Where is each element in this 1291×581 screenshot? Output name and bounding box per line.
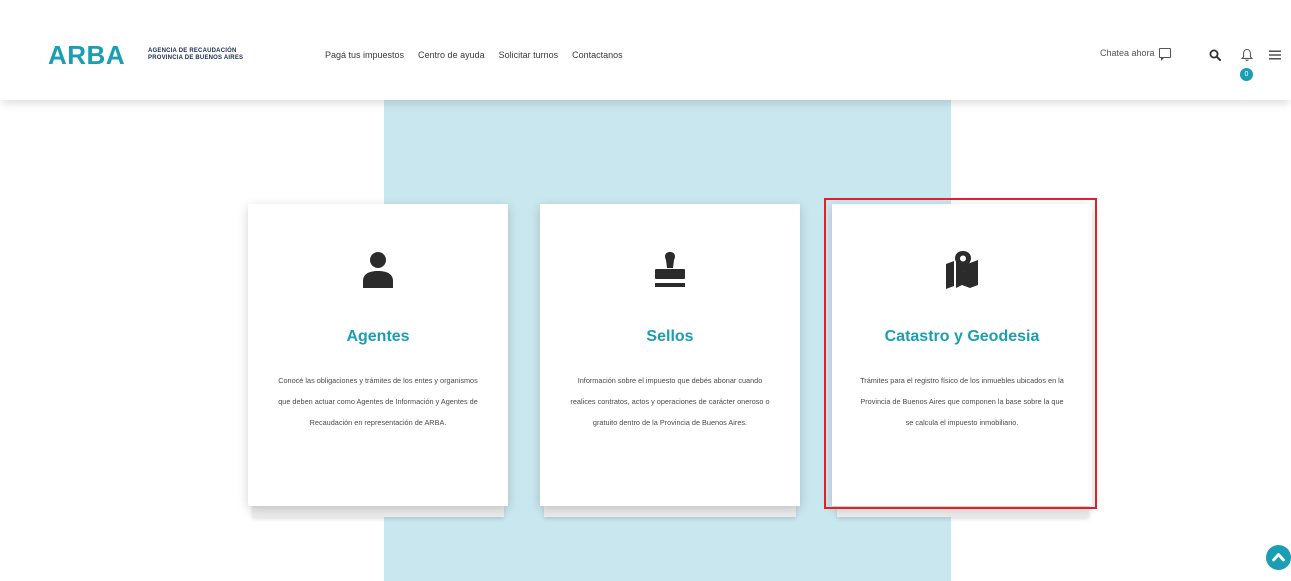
stamp-icon <box>655 252 685 287</box>
map-location-icon <box>946 251 978 289</box>
chat-button[interactable]: Chatea ahora <box>1100 48 1171 61</box>
chat-bubble-icon <box>1158 48 1171 61</box>
logo-subtitle-line2: PROVINCIA DE BUENOS AIRES <box>148 55 244 61</box>
scroll-to-top-button[interactable] <box>1266 545 1291 570</box>
card-catastro-geodesia[interactable]: Catastro y Geodesia Trámites para el reg… <box>832 204 1092 506</box>
nav-item-centro-ayuda[interactable]: Centro de ayuda <box>418 50 485 60</box>
menu-icon[interactable] <box>1269 50 1281 60</box>
bell-icon[interactable] <box>1241 48 1253 62</box>
arba-logo[interactable]: ARBA <box>48 42 125 68</box>
nav-item-solicitar-turnos[interactable]: Solicitar turnos <box>499 50 559 60</box>
search-icon[interactable] <box>1209 49 1221 61</box>
card-description: Trámites para el registro físico de los … <box>860 376 1064 427</box>
card-stack-shadow <box>837 505 1089 517</box>
card-title: Agentes <box>346 328 410 345</box>
card-stack-shadow <box>544 505 796 517</box>
card-agentes[interactable]: Agentes Conocé las obligaciones y trámit… <box>248 204 508 506</box>
card-description: Conocé las obligaciones y trámites de lo… <box>278 376 478 427</box>
main-nav: Pagá tus impuestos Centro de ayuda Solic… <box>325 50 623 60</box>
site-header: ARBA AGENCIA DE RECAUDACIÓN PROVINCIA DE… <box>0 0 1291 100</box>
logo-subtitle: AGENCIA DE RECAUDACIÓN PROVINCIA DE BUEN… <box>148 48 243 62</box>
card-stack-shadow <box>252 505 504 517</box>
notification-badge: 0 <box>1240 68 1253 81</box>
chevron-up-icon <box>1272 553 1285 562</box>
card-title: Sellos <box>646 328 694 345</box>
card-title: Catastro y Geodesia <box>884 328 1040 345</box>
logo-subtitle-line1: AGENCIA DE RECAUDACIÓN <box>148 48 237 54</box>
card-description: Información sobre el impuesto que debés … <box>570 376 770 427</box>
user-icon <box>363 252 393 288</box>
chat-label: Chatea ahora <box>1100 48 1155 58</box>
card-sellos[interactable]: Sellos Información sobre el impuesto que… <box>540 204 800 506</box>
nav-item-pagar-impuestos[interactable]: Pagá tus impuestos <box>325 50 404 60</box>
nav-item-contactanos[interactable]: Contactanos <box>572 50 623 60</box>
